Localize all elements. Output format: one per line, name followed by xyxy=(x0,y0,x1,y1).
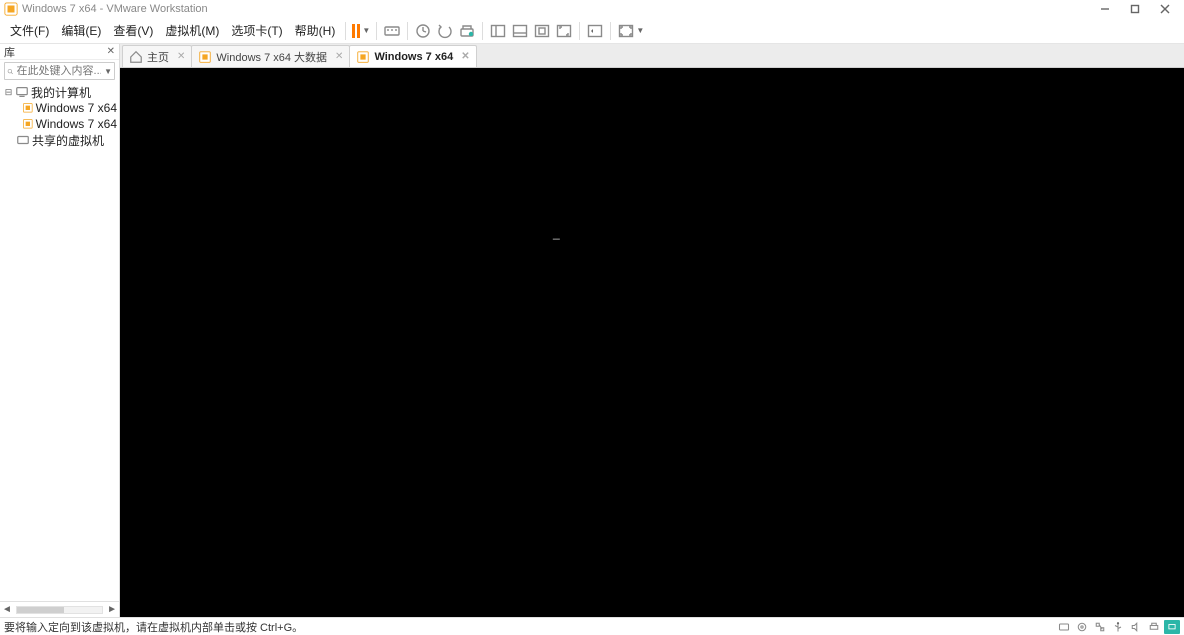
snapshot-manager-button[interactable] xyxy=(456,20,478,42)
toolbar-separator xyxy=(610,22,611,40)
menu-view[interactable]: 查看(V) xyxy=(107,19,159,42)
main-area: 主页 ✕ Windows 7 x64 大数据 ✕ Windows 7 x64 ✕… xyxy=(120,44,1184,617)
menu-toolbar: 文件(F) 编辑(E) 查看(V) 虚拟机(M) 选项卡(T) 帮助(H) ▼ xyxy=(0,18,1184,44)
toolbar-separator xyxy=(482,22,483,40)
tree-node-my-computer[interactable]: ⊟ 我的计算机 xyxy=(0,84,119,100)
fullscreen-icon xyxy=(618,23,634,39)
tree-label: Windows 7 x64 xyxy=(36,101,117,115)
tree-label: 共享的虚拟机 xyxy=(32,132,104,149)
harddisk-icon[interactable] xyxy=(1056,620,1072,634)
tab-label: 主页 xyxy=(147,49,169,65)
tab-home[interactable]: 主页 ✕ xyxy=(122,45,192,67)
chevron-down-icon: ▼ xyxy=(636,26,644,35)
status-message: 要将输入定向到该虚拟机，请在虚拟机内部单击或按 Ctrl+G。 xyxy=(4,619,1056,635)
search-icon xyxy=(7,66,14,77)
sidebar-title: 库 xyxy=(4,44,15,60)
stretch-guest-button[interactable] xyxy=(553,20,575,42)
menu-vm[interactable]: 虚拟机(M) xyxy=(159,19,225,42)
search-input[interactable] xyxy=(17,65,102,77)
sound-icon[interactable] xyxy=(1128,620,1144,634)
toolbar-separator xyxy=(345,22,346,40)
vm-icon xyxy=(356,50,370,64)
show-thumbnail-bar-button[interactable] xyxy=(509,20,531,42)
sidebar-close-button[interactable]: ✕ xyxy=(107,46,115,57)
menu-tabs[interactable]: 选项卡(T) xyxy=(225,19,288,42)
collapse-icon[interactable]: ⊟ xyxy=(4,87,13,98)
tab-vm-bigdata[interactable]: Windows 7 x64 大数据 ✕ xyxy=(191,45,350,67)
fullscreen-button[interactable]: ▼ xyxy=(615,20,647,42)
send-ctrl-alt-del-button[interactable] xyxy=(381,20,403,42)
sidebar-header: 库 ✕ xyxy=(0,44,119,60)
scroll-thumb[interactable] xyxy=(17,607,64,613)
power-pause-button[interactable]: ▼ xyxy=(350,20,372,42)
vm-icon xyxy=(198,50,212,64)
close-button[interactable] xyxy=(1150,0,1180,18)
fit-window-icon xyxy=(556,23,572,39)
sidebar-left-icon xyxy=(490,23,506,39)
sidebar-search[interactable]: ▼ xyxy=(4,62,115,80)
tab-strip: 主页 ✕ Windows 7 x64 大数据 ✕ Windows 7 x64 ✕ xyxy=(120,44,1184,68)
scroll-track[interactable] xyxy=(16,606,103,614)
console-view-icon xyxy=(534,23,550,39)
vm-icon xyxy=(22,101,34,115)
vm-icon xyxy=(22,117,34,131)
tab-label: Windows 7 x64 xyxy=(374,51,453,63)
clock-icon xyxy=(415,23,431,39)
show-library-button[interactable] xyxy=(487,20,509,42)
tab-label: Windows 7 x64 大数据 xyxy=(216,49,327,65)
tree-label: 我的计算机 xyxy=(31,84,91,101)
computer-icon xyxy=(15,85,29,99)
maximize-button[interactable] xyxy=(1120,0,1150,18)
menu-file[interactable]: 文件(F) xyxy=(4,19,55,42)
menu-edit[interactable]: 编辑(E) xyxy=(55,19,107,42)
menu-help[interactable]: 帮助(H) xyxy=(289,19,342,42)
toolbar-separator xyxy=(579,22,580,40)
pause-icon xyxy=(352,24,360,38)
message-log-icon[interactable] xyxy=(1164,620,1180,634)
usb-icon[interactable] xyxy=(1110,620,1126,634)
keyboard-icon xyxy=(384,23,400,39)
sidebar-scrollbar[interactable]: ◄ ► xyxy=(0,601,119,617)
status-device-icons xyxy=(1056,620,1180,634)
quickswitch-icon xyxy=(587,23,603,39)
tree-node-vm[interactable]: Windows 7 x64 xyxy=(0,116,119,132)
minimize-button[interactable] xyxy=(1090,0,1120,18)
tab-close-icon[interactable]: ✕ xyxy=(173,51,185,62)
status-bar: 要将输入定向到该虚拟机，请在虚拟机内部单击或按 Ctrl+G。 xyxy=(0,617,1184,635)
toolbar-separator xyxy=(376,22,377,40)
revert-icon xyxy=(437,23,453,39)
tab-vm-win7[interactable]: Windows 7 x64 ✕ xyxy=(349,45,476,67)
library-sidebar: 库 ✕ ▼ ⊟ 我的计算机 Windows 7 x64 Windows 7 x6… xyxy=(0,44,120,617)
home-icon xyxy=(129,50,143,64)
show-console-button[interactable] xyxy=(531,20,553,42)
text-cursor: _ xyxy=(553,226,560,240)
network-icon[interactable] xyxy=(1092,620,1108,634)
scroll-left-icon[interactable]: ◄ xyxy=(2,604,12,615)
cdrom-icon[interactable] xyxy=(1074,620,1090,634)
tree-node-shared-vms[interactable]: 共享的虚拟机 xyxy=(0,132,119,148)
toolbar-separator xyxy=(407,22,408,40)
bottom-bar-icon xyxy=(512,23,528,39)
chevron-down-icon[interactable]: ▼ xyxy=(104,67,112,76)
snapshot-manager-icon xyxy=(459,23,475,39)
tab-close-icon[interactable]: ✕ xyxy=(457,51,469,62)
tree-label: Windows 7 x64 xyxy=(36,117,117,131)
chevron-down-icon: ▼ xyxy=(362,26,370,35)
window-title: Windows 7 x64 - VMware Workstation xyxy=(22,3,208,15)
tab-close-icon[interactable]: ✕ xyxy=(331,51,343,62)
title-bar: Windows 7 x64 - VMware Workstation xyxy=(0,0,1184,18)
tree-node-vm[interactable]: Windows 7 x64 xyxy=(0,100,119,116)
app-icon xyxy=(4,2,18,16)
shared-icon xyxy=(16,133,30,147)
quick-switch-button[interactable] xyxy=(584,20,606,42)
library-tree: ⊟ 我的计算机 Windows 7 x64 Windows 7 x64 共享的虚… xyxy=(0,82,119,601)
snapshot-take-button[interactable] xyxy=(412,20,434,42)
printer-icon[interactable] xyxy=(1146,620,1162,634)
snapshot-revert-button[interactable] xyxy=(434,20,456,42)
vm-console-view[interactable]: _ xyxy=(120,68,1184,617)
scroll-right-icon[interactable]: ► xyxy=(107,604,117,615)
